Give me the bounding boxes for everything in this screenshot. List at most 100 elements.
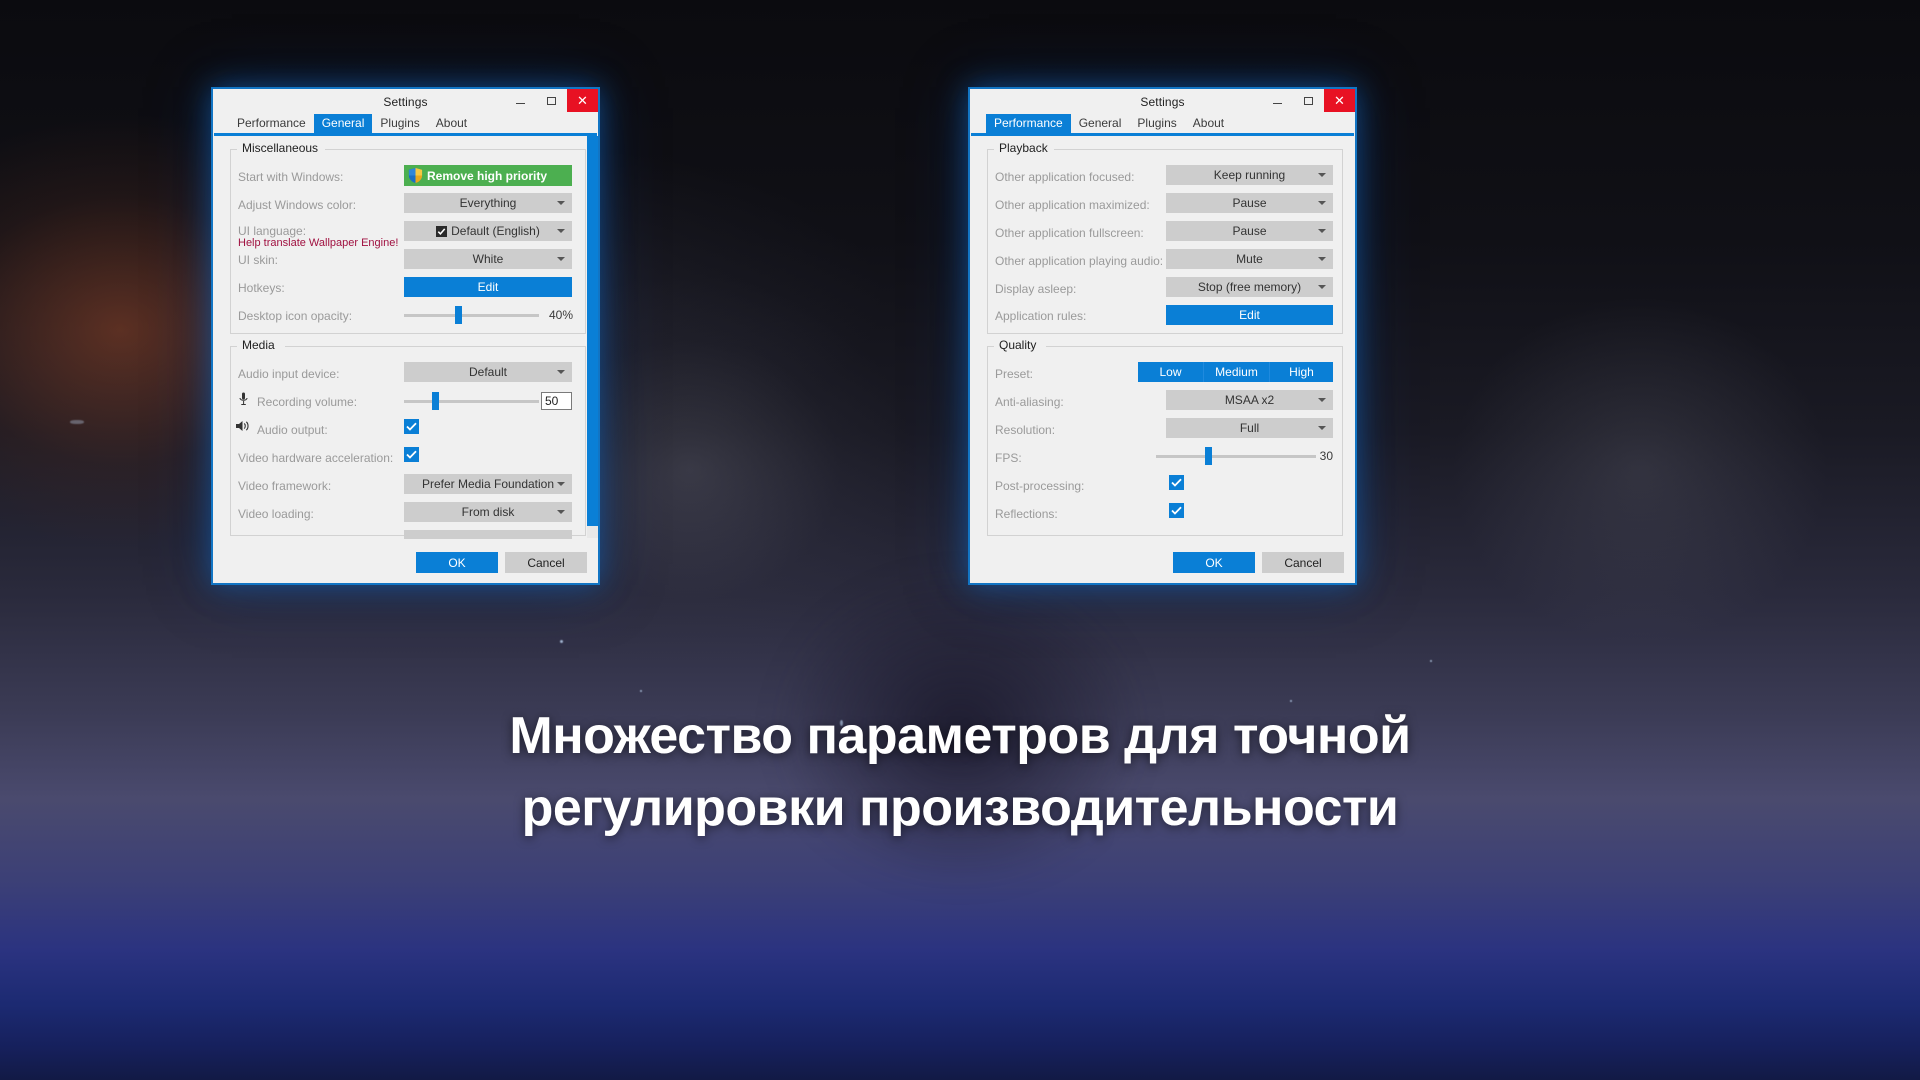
chevron-down-icon: [1318, 257, 1326, 261]
left-cancel-button[interactable]: Cancel: [505, 552, 587, 573]
audio-output-checkbox[interactable]: [404, 419, 419, 434]
right-cancel-button[interactable]: Cancel: [1262, 552, 1344, 573]
adjust-windows-color-combo[interactable]: Everything: [404, 193, 572, 213]
group-miscellaneous-title: Miscellaneous: [238, 141, 323, 155]
video-loading-combo[interactable]: From disk: [404, 502, 572, 522]
label-other-application-focused: Other application focused:: [995, 170, 1135, 184]
label-audio-output: Audio output:: [257, 423, 328, 437]
ui-language-value: Default (English): [451, 224, 540, 238]
fps-slider[interactable]: [1156, 446, 1316, 466]
tab-plugins[interactable]: Plugins: [372, 114, 427, 133]
right-titlebar[interactable]: Settings ✕: [970, 89, 1355, 114]
ui-language-combo[interactable]: Default (English): [404, 221, 572, 241]
resolution-value: Full: [1239, 421, 1260, 435]
chevron-down-icon: [557, 201, 565, 205]
label-other-application-fullscreen: Other application fullscreen:: [995, 226, 1144, 240]
anti-aliasing-combo[interactable]: MSAA x2: [1166, 390, 1333, 410]
tab-about[interactable]: About: [1185, 114, 1232, 133]
resolution-combo[interactable]: Full: [1166, 418, 1333, 438]
preset-option-high[interactable]: High: [1270, 362, 1333, 382]
chevron-down-icon: [557, 257, 565, 261]
video-framework-value: Prefer Media Foundation: [421, 477, 555, 491]
label-preset: Preset:: [995, 367, 1034, 381]
application-rules-edit-button[interactable]: Edit: [1166, 305, 1333, 325]
label-desktop-icon-opacity: Desktop icon opacity:: [238, 309, 353, 323]
group-playback-title: Playback: [995, 141, 1052, 155]
label-video-framework: Video framework:: [238, 479, 332, 493]
wallpaper-speck: [560, 640, 563, 643]
label-video-hardware-acceleration: Video hardware acceleration:: [238, 451, 394, 465]
display-asleep-combo[interactable]: Stop (free memory): [1166, 277, 1333, 297]
label-hotkeys: Hotkeys:: [238, 281, 285, 295]
left-footer: OK Cancel: [213, 543, 598, 583]
help-translate-link[interactable]: Help translate Wallpaper Engine!: [238, 237, 398, 249]
left-window-title: Settings: [383, 94, 428, 109]
settings-window-performance[interactable]: Settings ✕ Performance General Plugins A…: [968, 87, 1357, 585]
tab-general[interactable]: General: [313, 114, 373, 133]
preset-option-low[interactable]: Low: [1138, 362, 1204, 382]
recording-volume-slider[interactable]: [404, 391, 539, 411]
remove-high-priority-button[interactable]: Remove high priority: [404, 165, 572, 186]
other-application-playing-audio-combo[interactable]: Mute: [1166, 249, 1333, 269]
maximize-button[interactable]: [1293, 89, 1324, 112]
close-button[interactable]: ✕: [1324, 89, 1355, 112]
right-ok-button[interactable]: OK: [1173, 552, 1255, 573]
post-processing-checkbox[interactable]: [1169, 475, 1184, 490]
minimize-button[interactable]: [505, 89, 536, 112]
label-adjust-windows-color: Adjust Windows color:: [238, 198, 357, 212]
right-tabbar: Performance General Plugins About: [970, 114, 1355, 133]
reflections-checkbox[interactable]: [1169, 503, 1184, 518]
label-display-asleep: Display asleep:: [995, 282, 1077, 296]
tab-performance[interactable]: Performance: [986, 114, 1071, 133]
slider-thumb[interactable]: [455, 306, 462, 324]
left-titlebar[interactable]: Settings ✕: [213, 89, 598, 114]
tab-plugins[interactable]: Plugins: [1129, 114, 1184, 133]
group-quality-title: Quality: [995, 338, 1041, 352]
minimize-button[interactable]: [1262, 89, 1293, 112]
left-scrollbar[interactable]: [587, 136, 598, 538]
desktop-icon-opacity-slider[interactable]: [404, 305, 539, 325]
label-post-processing: Post-processing:: [995, 479, 1085, 493]
video-hardware-acceleration-checkbox[interactable]: [404, 447, 419, 462]
left-window-controls: ✕: [505, 89, 598, 114]
settings-window-general[interactable]: Settings ✕ Performance General Plugins A…: [211, 87, 600, 585]
ui-skin-combo[interactable]: White: [404, 249, 572, 269]
tab-performance[interactable]: Performance: [229, 114, 314, 133]
label-resolution: Resolution:: [995, 423, 1056, 437]
label-application-rules: Application rules:: [995, 309, 1087, 323]
right-footer: OK Cancel: [970, 543, 1355, 583]
recording-volume-input[interactable]: 50: [541, 392, 572, 410]
label-audio-input-device: Audio input device:: [238, 367, 340, 381]
preset-option-medium[interactable]: Medium: [1204, 362, 1270, 382]
audio-input-device-combo[interactable]: Default: [404, 362, 572, 382]
other-application-focused-combo[interactable]: Keep running: [1166, 165, 1333, 185]
right-window-controls: ✕: [1262, 89, 1355, 114]
label-ui-language: UI language:: [238, 224, 307, 238]
label-other-application-playing-audio: Other application playing audio:: [995, 254, 1164, 268]
caption-line-1: Множество параметров для точной: [509, 707, 1411, 765]
other-application-maximized-combo[interactable]: Pause: [1166, 193, 1333, 213]
ui-skin-value: White: [472, 252, 504, 266]
video-framework-combo[interactable]: Prefer Media Foundation: [404, 474, 572, 494]
hotkeys-edit-button[interactable]: Edit: [404, 277, 572, 297]
chevron-down-icon: [557, 370, 565, 374]
close-button[interactable]: ✕: [567, 89, 598, 112]
chevron-down-icon: [557, 482, 565, 486]
maximize-button[interactable]: [536, 89, 567, 112]
chevron-down-icon: [1318, 229, 1326, 233]
anti-aliasing-value: MSAA x2: [1224, 393, 1275, 407]
slider-thumb[interactable]: [432, 392, 439, 410]
other-application-fullscreen-value: Pause: [1232, 224, 1267, 238]
other-application-fullscreen-combo[interactable]: Pause: [1166, 221, 1333, 241]
tab-about[interactable]: About: [428, 114, 475, 133]
label-video-loading: Video loading:: [238, 507, 314, 521]
slider-thumb[interactable]: [1205, 447, 1212, 465]
tab-general[interactable]: General: [1071, 114, 1130, 133]
left-scrollbar-thumb[interactable]: [587, 136, 598, 526]
video-partial-combo[interactable]: [404, 530, 572, 539]
slider-track: [1156, 455, 1316, 458]
preset-segmented-control[interactable]: Low Medium High: [1138, 362, 1333, 382]
left-ok-button[interactable]: OK: [416, 552, 498, 573]
chevron-down-icon: [557, 229, 565, 233]
chevron-down-icon: [1318, 398, 1326, 402]
